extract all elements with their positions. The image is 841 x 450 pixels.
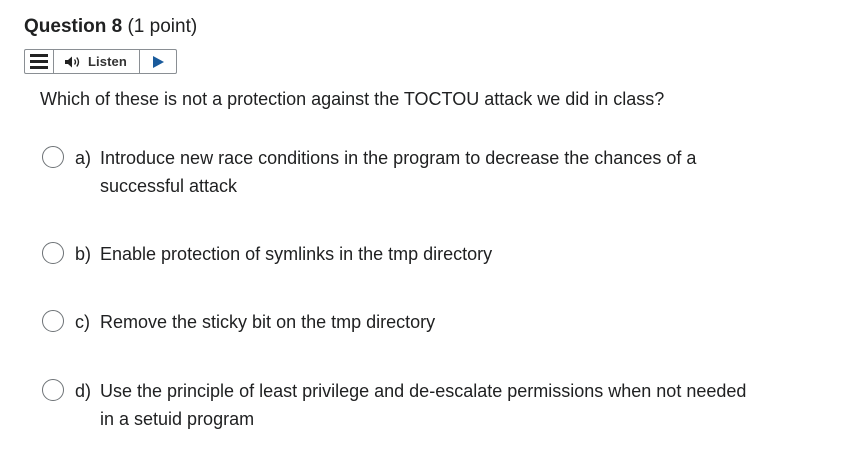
hamburger-menu-icon: [30, 54, 48, 69]
question-title: Question 8: [24, 16, 123, 37]
option-d[interactable]: d) Use the principle of least privilege …: [42, 377, 760, 433]
question-page: Question 8 (1 point) Listen Which of the…: [0, 0, 841, 450]
question-points: (1 point): [127, 16, 198, 37]
listen-label: Listen: [88, 54, 127, 69]
option-a[interactable]: a) Introduce new race conditions in the …: [42, 144, 760, 200]
option-a-text: Introduce new race conditions in the pro…: [100, 148, 697, 196]
speaker-icon: [65, 56, 80, 67]
option-c-radio[interactable]: [42, 310, 64, 332]
option-b-letter: b): [75, 244, 92, 264]
option-d-letter: d): [75, 381, 92, 401]
listen-toolbar: Listen: [24, 49, 177, 74]
play-button[interactable]: [140, 50, 176, 73]
option-b-text: Enable protection of symlinks in the tmp…: [100, 244, 493, 264]
question-prompt: Which of these is not a protection again…: [40, 89, 665, 109]
option-b[interactable]: b) Enable protection of symlinks in the …: [42, 240, 760, 268]
option-c-letter: c): [75, 312, 90, 332]
option-d-radio[interactable]: [42, 379, 64, 401]
listen-menu-button[interactable]: [25, 50, 54, 73]
option-d-text: Use the principle of least privilege and…: [100, 381, 747, 429]
play-icon: [152, 55, 164, 68]
option-a-letter: a): [75, 148, 92, 168]
question-header: Question 8 (1 point): [24, 14, 197, 40]
option-a-radio[interactable]: [42, 146, 64, 168]
option-c[interactable]: c) Remove the sticky bit on the tmp dire…: [42, 308, 760, 336]
option-c-text: Remove the sticky bit on the tmp directo…: [100, 312, 436, 332]
option-b-radio[interactable]: [42, 242, 64, 264]
listen-button[interactable]: Listen: [54, 50, 140, 73]
